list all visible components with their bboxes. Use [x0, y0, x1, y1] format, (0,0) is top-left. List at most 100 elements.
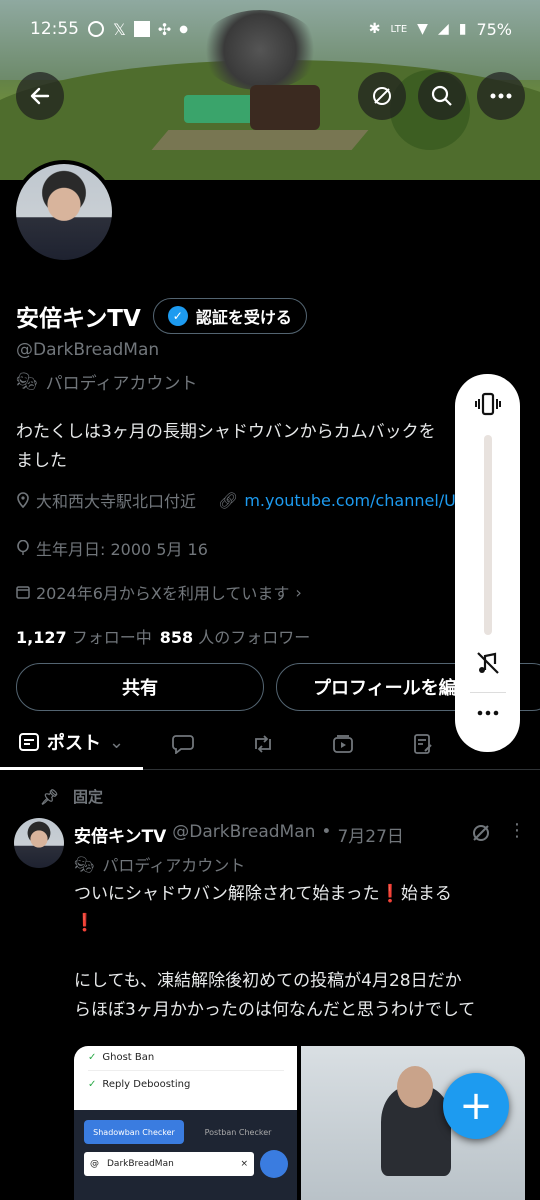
system-icons: ✱ LTE ▼ ◢ ▮ 75% — [369, 20, 512, 39]
tab-posts-label: ポスト — [46, 733, 101, 754]
post-parody-label: 🎭︎ パロディアカウント — [74, 852, 245, 876]
posts-icon — [18, 733, 39, 751]
more-icon — [477, 710, 498, 716]
more-button[interactable] — [477, 72, 525, 120]
birthday-row: 生年月日: 2000 5月 16 — [16, 536, 208, 560]
link-icon: 🔗︎ — [218, 490, 239, 510]
post-date[interactable]: 7月27日 — [337, 822, 403, 847]
post-more-button[interactable]: ⋮ — [508, 822, 526, 840]
chat-bubble-icon — [88, 21, 104, 37]
post-mute-button[interactable] — [470, 822, 492, 848]
tab-articles[interactable] — [383, 718, 463, 770]
repost-icon — [255, 734, 271, 753]
pinned-indicator: 📌︎ 固定 — [40, 786, 103, 807]
followers-label: 人のフォロワー — [198, 628, 311, 647]
mute-user-button[interactable] — [358, 72, 406, 120]
media-volume-button[interactable] — [455, 650, 520, 676]
following-link[interactable]: 1,127 フォロー中 — [16, 624, 152, 648]
parody-label: 🎭︎ パロディアカウント — [16, 369, 198, 395]
location-text: 大和西大寺駅北口付近 — [36, 492, 197, 511]
x-logo-icon: 𝕏 — [113, 19, 126, 39]
battery-percent: 75% — [476, 19, 512, 39]
mask-icon: 🎭︎ — [16, 371, 38, 392]
bluetooth-icon: ✱ — [368, 21, 381, 37]
media-input-value: DarkBreadMan — [107, 1159, 174, 1169]
tab-posts[interactable]: ポスト ⌄ — [0, 718, 143, 770]
media-tab-postban: Postban Checker — [204, 1127, 272, 1137]
article-icon — [414, 733, 432, 754]
banner-tracks — [151, 130, 369, 150]
video-icon — [333, 734, 353, 753]
vertical-dots-icon: ⋮ — [508, 820, 526, 841]
joined-text: 2024年6月からXを利用しています — [36, 584, 290, 603]
follow-counts: 1,127 フォロー中 858 人のフォロワー — [16, 624, 310, 648]
name-row: 安倍キンTV ✓ 認証を受ける — [16, 298, 307, 334]
profile-avatar[interactable] — [12, 160, 116, 264]
post-author-avatar[interactable] — [14, 818, 64, 868]
post-author-handle: @DarkBreadMan — [172, 822, 316, 842]
parody-label-text: パロディアカウント — [45, 374, 198, 394]
edit-profile-label: プロフィールを編 — [313, 678, 457, 699]
check-icon: ✓ — [88, 1051, 97, 1063]
post-separator: • — [321, 822, 332, 842]
chevron-down-icon: ⌄ — [108, 731, 125, 753]
user-handle: @DarkBreadMan — [16, 340, 160, 360]
compose-post-button[interactable]: + — [443, 1073, 509, 1139]
display-name: 安倍キンTV — [16, 306, 141, 332]
reply-icon — [172, 734, 194, 754]
pinned-text: 固定 — [73, 788, 104, 806]
battery-icon: ▮ — [458, 21, 467, 37]
get-verified-label: 認証を受ける — [195, 308, 292, 327]
tab-replies[interactable] — [143, 718, 223, 770]
vibrate-icon — [474, 392, 501, 416]
media-search-input: @ DarkBreadMan × — [84, 1152, 254, 1176]
location-pin-icon — [17, 492, 29, 508]
chevron-right-icon: › — [295, 582, 302, 602]
search-button[interactable] — [418, 72, 466, 120]
media-search-button — [260, 1150, 288, 1178]
mask-icon: 🎭︎ — [74, 854, 95, 874]
share-label: 共有 — [122, 678, 158, 699]
bio: わたくしは3ヶ月の長期シャドウバンからカムバックを ました — [16, 418, 486, 476]
dot-icon: ● — [179, 23, 189, 35]
media-checker-panel: Shadowban Checker Postban Checker @ Dark… — [74, 1110, 297, 1200]
wifi-icon: ▼ — [417, 21, 428, 37]
square-icon — [133, 21, 150, 37]
volume-more-button[interactable] — [455, 710, 520, 716]
check-icon: ✓ — [88, 1079, 97, 1090]
search-icon — [431, 85, 452, 106]
media-row-ghost-ban: ✓ Ghost Ban — [88, 1046, 284, 1068]
pinwheel-icon: ✣ — [157, 19, 172, 39]
post-author-name[interactable]: 安倍キンTV — [74, 822, 166, 847]
get-verified-button[interactable]: ✓ 認証を受ける — [152, 298, 307, 334]
banner-train-car — [184, 95, 254, 123]
back-button[interactable] — [16, 72, 64, 120]
birthday-text: 生年月日: 2000 5月 16 — [36, 540, 208, 559]
share-button[interactable]: 共有 — [16, 663, 264, 711]
pin-icon: 📌︎ — [40, 787, 60, 806]
joined-row[interactable]: 2024年6月からXを利用しています › — [16, 580, 302, 604]
post-text: ついにシャドウバン解除されて始まった❗始まる ❗ にしても、凍結解除後初めての投… — [74, 884, 476, 1020]
post-parody-text: パロディアカウント — [102, 856, 246, 875]
media-at-sign: @ — [90, 1159, 99, 1169]
volume-slider[interactable] — [484, 435, 492, 635]
post-media-1[interactable]: ✓ Ghost Ban ✓ Reply Deboosting Shadowban… — [74, 1046, 297, 1200]
tab-videos[interactable] — [303, 718, 383, 770]
notification-icons: 𝕏 ✣ ● — [87, 20, 188, 39]
mute-circle-icon — [373, 87, 391, 105]
vibrate-mode-button[interactable] — [455, 390, 520, 418]
followers-count: 858 — [159, 628, 194, 647]
lte-icon: LTE — [390, 23, 408, 35]
volume-divider — [470, 692, 506, 693]
followers-link[interactable]: 858 人のフォロワー — [160, 624, 311, 648]
tab-reposts[interactable] — [223, 718, 303, 770]
media-person-head — [397, 1066, 433, 1108]
website-link[interactable]: m.youtube.com/channel/UC — [244, 491, 467, 510]
plus-icon: + — [459, 1083, 493, 1129]
verified-badge-icon: ✓ — [167, 306, 188, 326]
media-row-reply-deboosting-label: Reply Deboosting — [102, 1079, 191, 1090]
media-row-ghost-ban-label: Ghost Ban — [102, 1051, 155, 1063]
music-off-icon — [476, 652, 499, 674]
bio-line-1: わたくしは3ヶ月の長期シャドウバンからカムバックを — [16, 422, 436, 442]
signal-icon: ◢ — [437, 21, 449, 37]
